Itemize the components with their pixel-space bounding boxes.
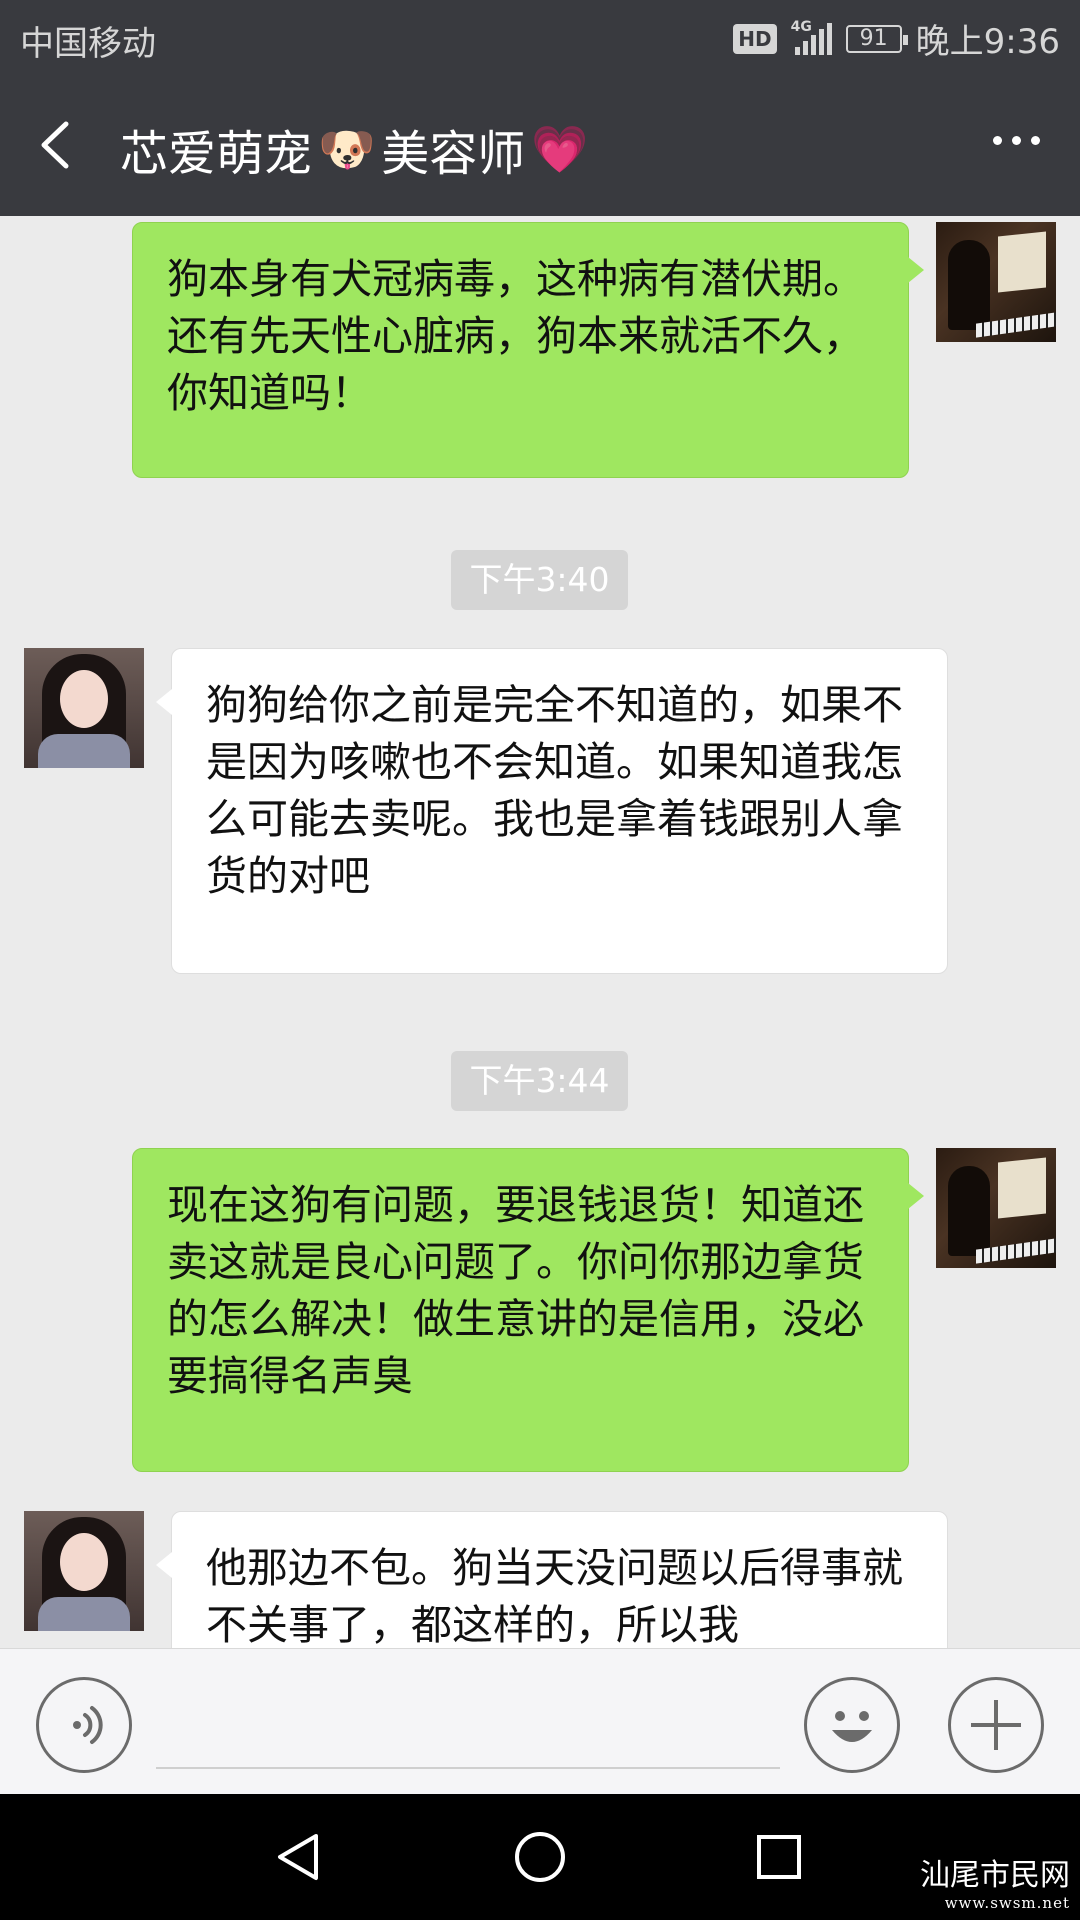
chat-title-text: 美容师 xyxy=(381,126,526,182)
hd-icon: HD xyxy=(733,23,777,54)
heart-emoji-icon: 💗 xyxy=(531,121,589,176)
emoji-icon xyxy=(832,1711,872,1742)
carrier-label: 中国移动 xyxy=(20,24,156,64)
system-nav-bar: 汕尾市民网 www.swsm.net xyxy=(0,1794,1080,1920)
avatar-self[interactable] xyxy=(936,1148,1056,1268)
plus-icon xyxy=(971,1700,1021,1750)
clock: 晚上9:36 xyxy=(915,22,1060,62)
status-bar: 中国移动 HD 4G 91 晚上9:36 xyxy=(0,0,1080,76)
triangle-back-icon xyxy=(278,1834,318,1880)
message-text: 现在这狗有问题，要退钱退货！知道还卖这就是良心问题了。你问你那边拿货的怎么解决！… xyxy=(167,1181,864,1400)
more-options-button[interactable] xyxy=(983,126,1050,155)
more-functions-button[interactable] xyxy=(948,1677,1044,1773)
timestamp: 下午3:40 xyxy=(451,550,628,610)
signal-bar xyxy=(802,40,808,55)
message-input[interactable] xyxy=(156,1767,780,1769)
more-dots-icon xyxy=(1031,136,1040,145)
signal-icon: 4G xyxy=(791,19,832,55)
nav-recents-button[interactable] xyxy=(746,1824,812,1890)
chat-header: 芯爱萌宠 🐶 美容师 💗 xyxy=(0,76,1080,216)
watermark: 汕尾市民网 www.swsm.net xyxy=(920,1850,1070,1912)
chat-title: 芯爱萌宠 🐶 美容师 💗 xyxy=(120,114,589,184)
message-bubble-sent[interactable]: 现在这狗有问题，要退钱退货！知道还卖这就是良心问题了。你问你那边拿货的怎么解决！… xyxy=(132,1148,924,1472)
message-text: 狗狗给你之前是完全不知道的，如果不是因为咳嗽也不会知道。如果知道我怎么可能去卖呢… xyxy=(206,681,903,900)
signal-bar xyxy=(794,46,800,55)
avatar-contact[interactable] xyxy=(24,648,144,768)
chevron-left-icon xyxy=(41,121,69,169)
signal-bar xyxy=(826,22,832,55)
message-bubble-received[interactable]: 狗狗给你之前是完全不知道的，如果不是因为咳嗽也不会知道。如果知道我怎么可能去卖呢… xyxy=(156,648,948,974)
nav-back-button[interactable] xyxy=(266,1824,332,1890)
watermark-url: www.swsm.net xyxy=(944,1894,1070,1912)
avatar-contact[interactable] xyxy=(24,1511,144,1631)
nav-home-button[interactable] xyxy=(507,1824,573,1890)
chat-title-text: 芯爱萌宠 xyxy=(120,126,313,182)
message-text: 他那边不包。狗当天没问题以后得事就不关事了，都这样的，所以我 xyxy=(206,1544,903,1648)
message-bubble-sent[interactable]: 狗本身有犬冠病毒，这种病有潜伏期。还有先天性心脏病，狗本来就活不久，你知道吗！ xyxy=(132,222,924,478)
network-type-label: 4G xyxy=(790,18,812,35)
battery-icon: 91 xyxy=(845,24,908,53)
dog-emoji-icon: 🐶 xyxy=(318,121,376,176)
status-icons: HD 4G 91 晚上9:36 xyxy=(733,14,1060,63)
watermark-text: 汕尾市民网 xyxy=(920,1858,1070,1893)
voice-icon xyxy=(73,1706,103,1744)
more-dots-icon xyxy=(1012,136,1021,145)
message-text: 狗本身有犬冠病毒，这种病有潜伏期。还有先天性心脏病，狗本来就活不久，你知道吗！ xyxy=(167,255,864,417)
signal-bar xyxy=(810,34,816,55)
message-bubble-received[interactable]: 他那边不包。狗当天没问题以后得事就不关事了，都这样的，所以我 xyxy=(156,1511,948,1648)
input-bar xyxy=(0,1648,1080,1794)
circle-home-icon xyxy=(515,1832,565,1882)
chat-messages[interactable]: 狗本身有犬冠病毒，这种病有潜伏期。还有先天性心脏病，狗本来就活不久，你知道吗！ … xyxy=(0,216,1080,1648)
avatar-self[interactable] xyxy=(936,222,1056,342)
signal-bar xyxy=(818,28,824,55)
back-button[interactable] xyxy=(28,110,98,180)
voice-button[interactable] xyxy=(36,1677,132,1773)
emoji-button[interactable] xyxy=(804,1677,900,1773)
timestamp: 下午3:44 xyxy=(451,1051,628,1111)
more-dots-icon xyxy=(993,136,1002,145)
square-recents-icon xyxy=(757,1835,801,1879)
